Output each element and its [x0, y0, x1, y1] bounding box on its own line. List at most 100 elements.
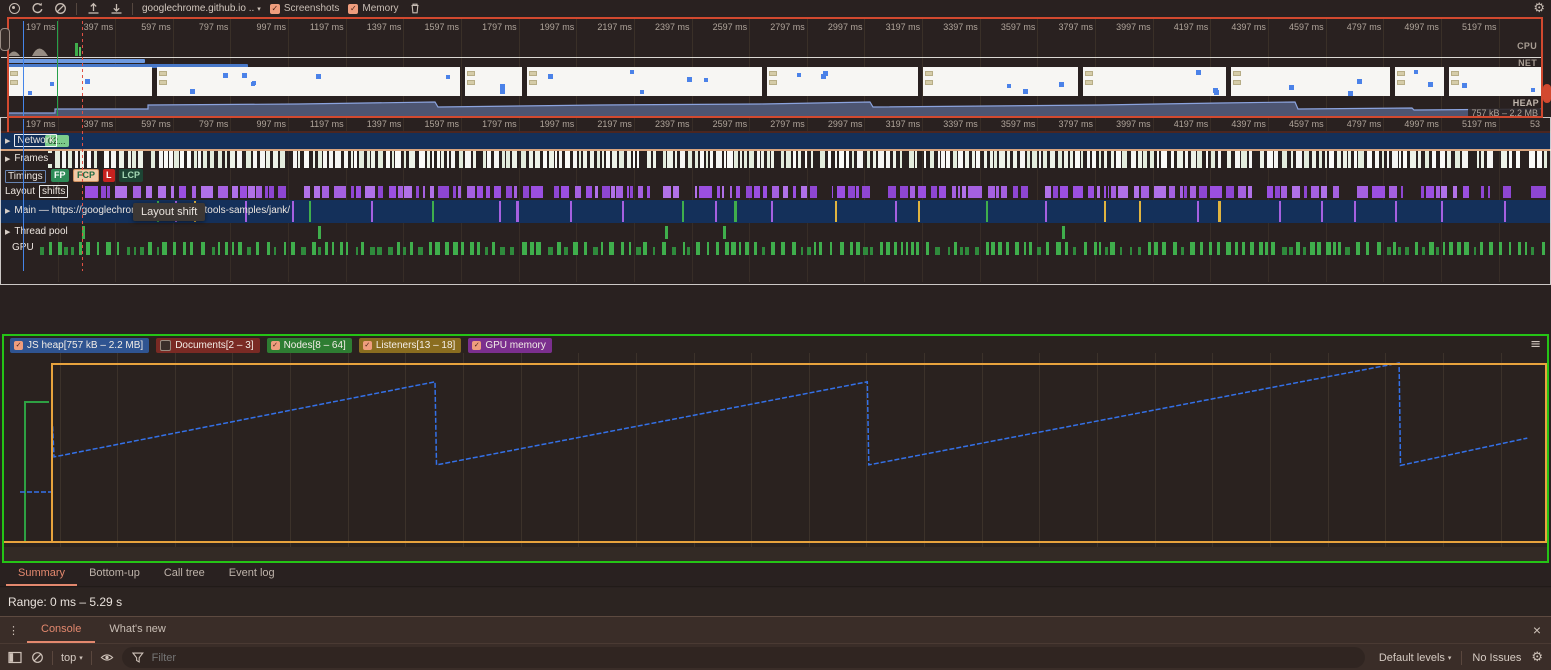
gpu-bar [201, 242, 206, 255]
selection-right-handle[interactable] [1543, 84, 1551, 103]
close-drawer-icon[interactable]: × [1533, 622, 1541, 638]
track-network-label[interactable]: Network [14, 134, 57, 147]
gpu-bar [1422, 247, 1425, 255]
layout-shift-bar [717, 186, 720, 198]
frame-bar [1399, 151, 1402, 168]
gpu-bar [377, 247, 381, 255]
timeline-overview[interactable]: 197 ms397 ms597 ms797 ms997 ms1197 ms139… [0, 17, 1551, 118]
console-filter[interactable] [122, 647, 1365, 668]
memory-counters-section[interactable]: ✓JS heap[757 kB – 2.2 MB]Documents[2 – 3… [2, 334, 1549, 563]
gpu-bar [1148, 242, 1151, 255]
frame-bar [1007, 151, 1010, 168]
gpu-bar [58, 242, 62, 255]
layout-shift-bar [1481, 186, 1484, 198]
track-expand-arrow[interactable]: ▶ [5, 228, 10, 236]
track-timings[interactable]: Timings FP FCP L LCP [0, 169, 1551, 184]
gpu-bar [991, 242, 995, 255]
frame-bar [203, 151, 208, 168]
frame-bar [87, 151, 91, 168]
lcp-marker-line [82, 21, 83, 118]
track-frames-label[interactable]: Frames [14, 153, 48, 164]
fcp-badge[interactable]: FCP [73, 169, 99, 182]
ruler-label: 4597 ms [1266, 119, 1324, 130]
screenshots-checkbox[interactable]: ✓ Screenshots [270, 3, 340, 14]
frame-bar [1171, 151, 1174, 168]
track-gpu[interactable]: GPU [0, 241, 1551, 256]
frame-bar [1418, 151, 1421, 168]
detail-tab-event-log[interactable]: Event log [217, 563, 287, 586]
drawer-tab-console[interactable]: Console [27, 617, 95, 643]
reload-and-record-button[interactable] [30, 2, 44, 16]
live-expression-eye-icon[interactable] [100, 651, 114, 665]
flame-chart-panel[interactable]: 197 ms397 ms597 ms797 ms997 ms1197 ms139… [0, 117, 1551, 284]
selection-left-handle[interactable] [0, 28, 10, 51]
memory-checkbox[interactable]: ✓ Memory [348, 3, 398, 14]
profile-select[interactable]: googlechrome.github.io .. ▾ [142, 3, 261, 14]
frame-bar [521, 151, 526, 168]
l-badge[interactable]: L [103, 169, 115, 182]
issues-counter[interactable]: No Issues [1472, 652, 1521, 664]
frame-bar [473, 151, 476, 168]
track-expand-arrow[interactable]: ▶ [5, 137, 10, 145]
save-profile-button[interactable] [109, 2, 123, 16]
frame-bar [727, 151, 732, 168]
track-main[interactable]: ▶ Main — https://googlechrome.github.io/… [0, 200, 1551, 223]
track-thread-pool[interactable]: ▶ Thread pool [0, 225, 1551, 240]
javascript-context-select[interactable]: top ▾ [61, 652, 83, 664]
layout-shift-bar [398, 186, 403, 198]
frame-bar [164, 151, 168, 168]
clear-recording-button[interactable] [53, 2, 67, 16]
detail-tab-call-tree[interactable]: Call tree [152, 563, 217, 586]
layout-shift-bar [1169, 186, 1175, 198]
load-profile-button[interactable] [86, 2, 100, 16]
ruler-label: 1797 ms [459, 119, 517, 130]
gpu-bar [1303, 247, 1306, 255]
collect-garbage-icon[interactable] [408, 2, 422, 16]
track-timings-label[interactable]: Timings [5, 170, 46, 183]
drawer-tab-what-s-new[interactable]: What's new [95, 617, 180, 643]
fp-badge[interactable]: FP [51, 169, 69, 182]
filter-input[interactable] [150, 651, 1355, 665]
frame-bar [218, 151, 222, 168]
track-layout-shifts[interactable]: Layout shifts [0, 185, 1551, 199]
layout-shift-bar [269, 186, 274, 198]
track-expand-arrow[interactable]: ▶ [5, 155, 10, 163]
track-frames[interactable]: ▶ Frames [0, 151, 1551, 168]
log-levels-select[interactable]: Default levels ▾ [1379, 652, 1452, 664]
clear-console-icon[interactable] [30, 651, 44, 665]
frame-bar [419, 151, 425, 168]
layout-shift-bar [1097, 186, 1099, 198]
console-sidebar-icon[interactable] [8, 651, 22, 665]
gpu-bar [1029, 242, 1032, 255]
track-layout-shifts-label-b[interactable]: shifts [39, 185, 68, 198]
frame-bar [1337, 151, 1342, 168]
gpu-bar [762, 247, 765, 255]
layout-shift-bar [1267, 186, 1273, 198]
capture-settings-gear-icon[interactable]: ⚙ [1533, 1, 1545, 16]
gpu-bar [397, 242, 400, 255]
layout-shift-bar [931, 186, 936, 198]
frame-bar [915, 151, 917, 168]
frame-bar [198, 151, 201, 168]
lcp-badge[interactable]: LCP [119, 169, 143, 182]
track-expand-arrow[interactable]: ▶ [5, 207, 10, 215]
layout-shift-bar [856, 186, 859, 198]
detail-tab-bottom-up[interactable]: Bottom-up [77, 563, 152, 586]
gpu-bar [148, 242, 152, 255]
chevron-down-icon: ▾ [257, 5, 261, 13]
track-network[interactable]: ▶ Network 02... [0, 133, 1551, 149]
drawer-menu-icon[interactable]: ⋮ [8, 624, 19, 637]
detail-tab-summary[interactable]: Summary [6, 563, 77, 586]
layout-shift-bar [754, 186, 760, 198]
frame-bar [579, 151, 581, 168]
track-layout-shifts-label-a[interactable]: Layout [5, 186, 35, 197]
gpu-bar [880, 242, 883, 255]
frame-bar [886, 151, 890, 168]
gpu-bar [301, 247, 306, 255]
main-event-mark [918, 201, 920, 222]
frame-bar [878, 151, 884, 168]
gpu-bar [1265, 242, 1268, 255]
console-settings-gear-icon[interactable]: ⚙ [1531, 650, 1543, 665]
record-button[interactable] [7, 2, 21, 16]
layout-shift-bar [265, 186, 268, 198]
